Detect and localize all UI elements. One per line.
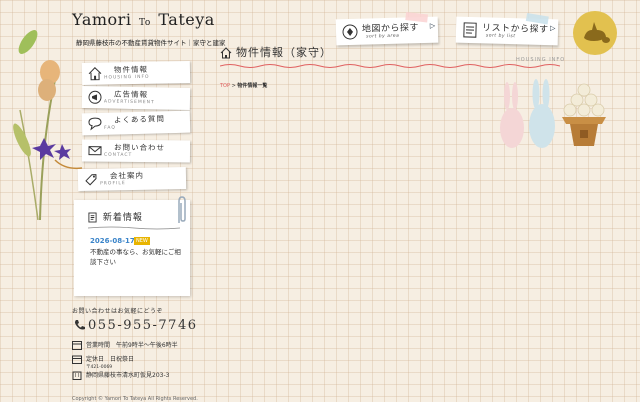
news-panel: 新着情報 2026-08-17 NEW 不動産の事なら、お気軽にご相談下さい	[74, 200, 190, 296]
nav-item-sub: CONTACT	[103, 152, 133, 158]
breadcrumb-separator: >	[231, 83, 236, 89]
heading-underline	[220, 64, 560, 68]
notepad-icon	[88, 212, 97, 223]
nav-item-label: よくある質問	[113, 114, 166, 125]
nav-item-faq[interactable]: よくある質問 FAQ	[81, 110, 191, 136]
rabbits-illustration	[500, 79, 555, 148]
search-by-map-tab[interactable]: 地図から探す ▷ sort by area	[335, 11, 439, 46]
nav-item-profile[interactable]: 会社案内 PROFILE	[77, 167, 187, 191]
search-tab-label: 地図から探す	[361, 23, 420, 35]
search-tab-sub: sort by list	[485, 33, 516, 40]
nav-item-label: 広告情報	[113, 89, 149, 100]
site-title-small: To	[139, 18, 151, 28]
phone-icon	[75, 320, 85, 330]
contact-lead: お問い合わせはお気軽にどうぞ	[72, 308, 164, 315]
news-item-link[interactable]: 不動産の事なら、お気軽にご相談下さい	[90, 247, 186, 267]
nav-item-label: お問い合わせ	[113, 142, 166, 153]
breadcrumb: TOP > 物件情報一覧	[220, 82, 267, 89]
building-icon	[72, 371, 82, 380]
play-arrow-icon: ▷	[549, 24, 556, 33]
plant-illustration	[13, 30, 83, 220]
mail-icon	[88, 146, 102, 156]
nav-item-sub: ADVERTISEMENT	[103, 99, 155, 106]
site-description: 静岡県藤枝市の不動産賃貸物件サイト｜家守と建家	[76, 39, 226, 47]
tag-icon	[85, 174, 97, 186]
contact-closed-row: 定休日 日祝祭日	[72, 354, 134, 364]
contact-hours: 営業時間 午前9時半～午後6時半	[86, 342, 178, 349]
copyright: Copyright © Yamori To Tateya All Rights …	[72, 396, 198, 402]
site-title-part2: Tateya	[158, 10, 215, 29]
contact-address: 静岡県藤枝市清水町仮見203-3	[86, 372, 170, 379]
news-date: 2026-08-17	[90, 237, 135, 245]
house-icon	[220, 47, 232, 59]
news-new-badge: NEW	[134, 237, 150, 245]
paperclip-icon	[178, 196, 186, 223]
breadcrumb-current: 物件情報一覧	[237, 83, 268, 89]
shop-icon	[72, 341, 82, 350]
nav-item-sub: HOUSING INFO	[104, 74, 150, 81]
site-title[interactable]: Yamori To Tateya	[72, 10, 215, 29]
moon-rabbit-illustration	[573, 11, 617, 55]
play-arrow-icon: ▷	[429, 21, 436, 30]
breadcrumb-home-link[interactable]: TOP	[220, 83, 230, 89]
contact-phone[interactable]: 055-955-7746	[88, 318, 198, 333]
page-title: 物件情報（家守）	[220, 44, 332, 60]
nav-item-contact[interactable]: お問い合わせ CONTACT	[81, 139, 191, 163]
nav-item-sub: FAQ	[104, 125, 116, 131]
megaphone-icon	[88, 90, 102, 104]
nav-item-sub: PROFILE	[100, 181, 126, 187]
search-tab-sub: sort by area	[366, 33, 400, 40]
map-icon	[342, 24, 358, 40]
nav-item-advertisement[interactable]: 広告情報 ADVERTISEMENT	[81, 86, 191, 110]
calendar-icon	[72, 355, 82, 364]
nav-item-label: 物件情報	[113, 64, 149, 75]
tsukimi-dango-illustration	[562, 83, 606, 146]
contact-zip: 〒421-0069	[86, 365, 113, 370]
news-title: 新着情報	[88, 210, 143, 223]
contact-address-row: 〒421-0069 静岡県藤枝市清水町仮見203-3	[72, 364, 169, 380]
search-by-list-tab[interactable]: リストから探す ▷ sort by list	[455, 13, 559, 46]
nav-item-housing[interactable]: 物件情報 HOUSING INFO	[81, 61, 191, 85]
page-title-en: HOUSING INFO	[516, 57, 566, 63]
page-heading: 物件情報（家守）	[220, 44, 560, 68]
contact-closed: 定休日 日祝祭日	[86, 356, 135, 363]
news-divider	[88, 226, 180, 230]
list-icon	[463, 22, 477, 38]
house-icon	[88, 67, 102, 81]
nav-item-label: 会社案内	[109, 170, 145, 181]
speech-bubble-icon	[88, 117, 102, 131]
contact-hours-row: 営業時間 午前9時半～午後6時半	[72, 340, 178, 350]
